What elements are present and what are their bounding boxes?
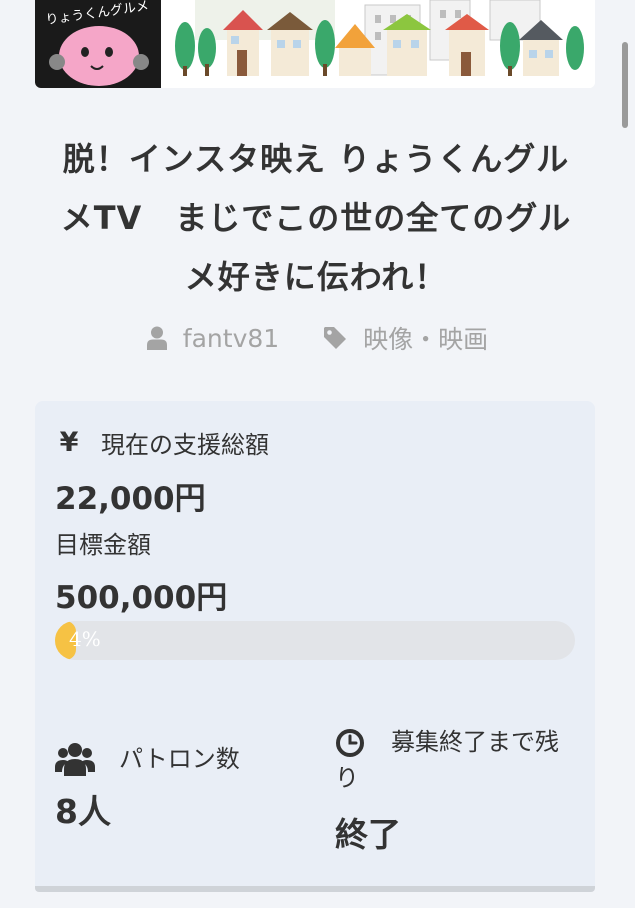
- project-title-line: メTV まじでこの世の全てのグル: [60, 199, 572, 237]
- scrollbar-thumb[interactable]: [622, 42, 628, 128]
- patrons-label: パトロン数: [119, 745, 240, 773]
- project-title-line: メ好きに伝われ！: [184, 258, 448, 296]
- remaining-label: 募集終了まで残り: [335, 728, 559, 792]
- goal-amount-value: 500,000円: [55, 580, 228, 616]
- funding-progress-percent: 4%: [69, 627, 101, 651]
- patrons-stat: パトロン数 8人: [55, 741, 240, 833]
- current-amount-label-text: 現在の支援総額: [101, 431, 269, 459]
- clock-icon: [336, 729, 364, 757]
- category-link[interactable]: 映像・映画: [323, 320, 488, 356]
- funding-progress-bar: 4%: [55, 621, 575, 660]
- user-icon: [146, 326, 167, 350]
- tag-icon: [324, 327, 347, 349]
- current-amount-label: ¥ 現在の支援総額: [55, 425, 269, 460]
- funding-status-card: ¥ 現在の支援総額 22,000円 目標金額 500,000円 4% パトロン数…: [35, 401, 595, 892]
- current-amount-value: 22,000円: [55, 481, 206, 517]
- author-link[interactable]: fantv81: [146, 323, 280, 353]
- author-name: fantv81: [182, 323, 280, 353]
- category-name: 映像・映画: [363, 325, 489, 354]
- project-title-line: 脱！インスタ映え りょうくんグル: [62, 140, 570, 178]
- patrons-value: 8人: [55, 792, 111, 831]
- project-meta: fantv81 映像・映画: [0, 318, 635, 358]
- project-banner-image: りょうくんグルメ: [35, 0, 595, 88]
- project-title: 脱！インスタ映え りょうくんグル メTV まじでこの世の全てのグル メ好きに伝わ…: [38, 130, 594, 307]
- remaining-stat: 募集終了まで残り 終了: [335, 724, 575, 856]
- remaining-value: 終了: [335, 815, 401, 854]
- goal-amount-label: 目標金額: [55, 531, 151, 559]
- yen-icon: ¥: [59, 427, 79, 458]
- users-icon: [55, 743, 95, 776]
